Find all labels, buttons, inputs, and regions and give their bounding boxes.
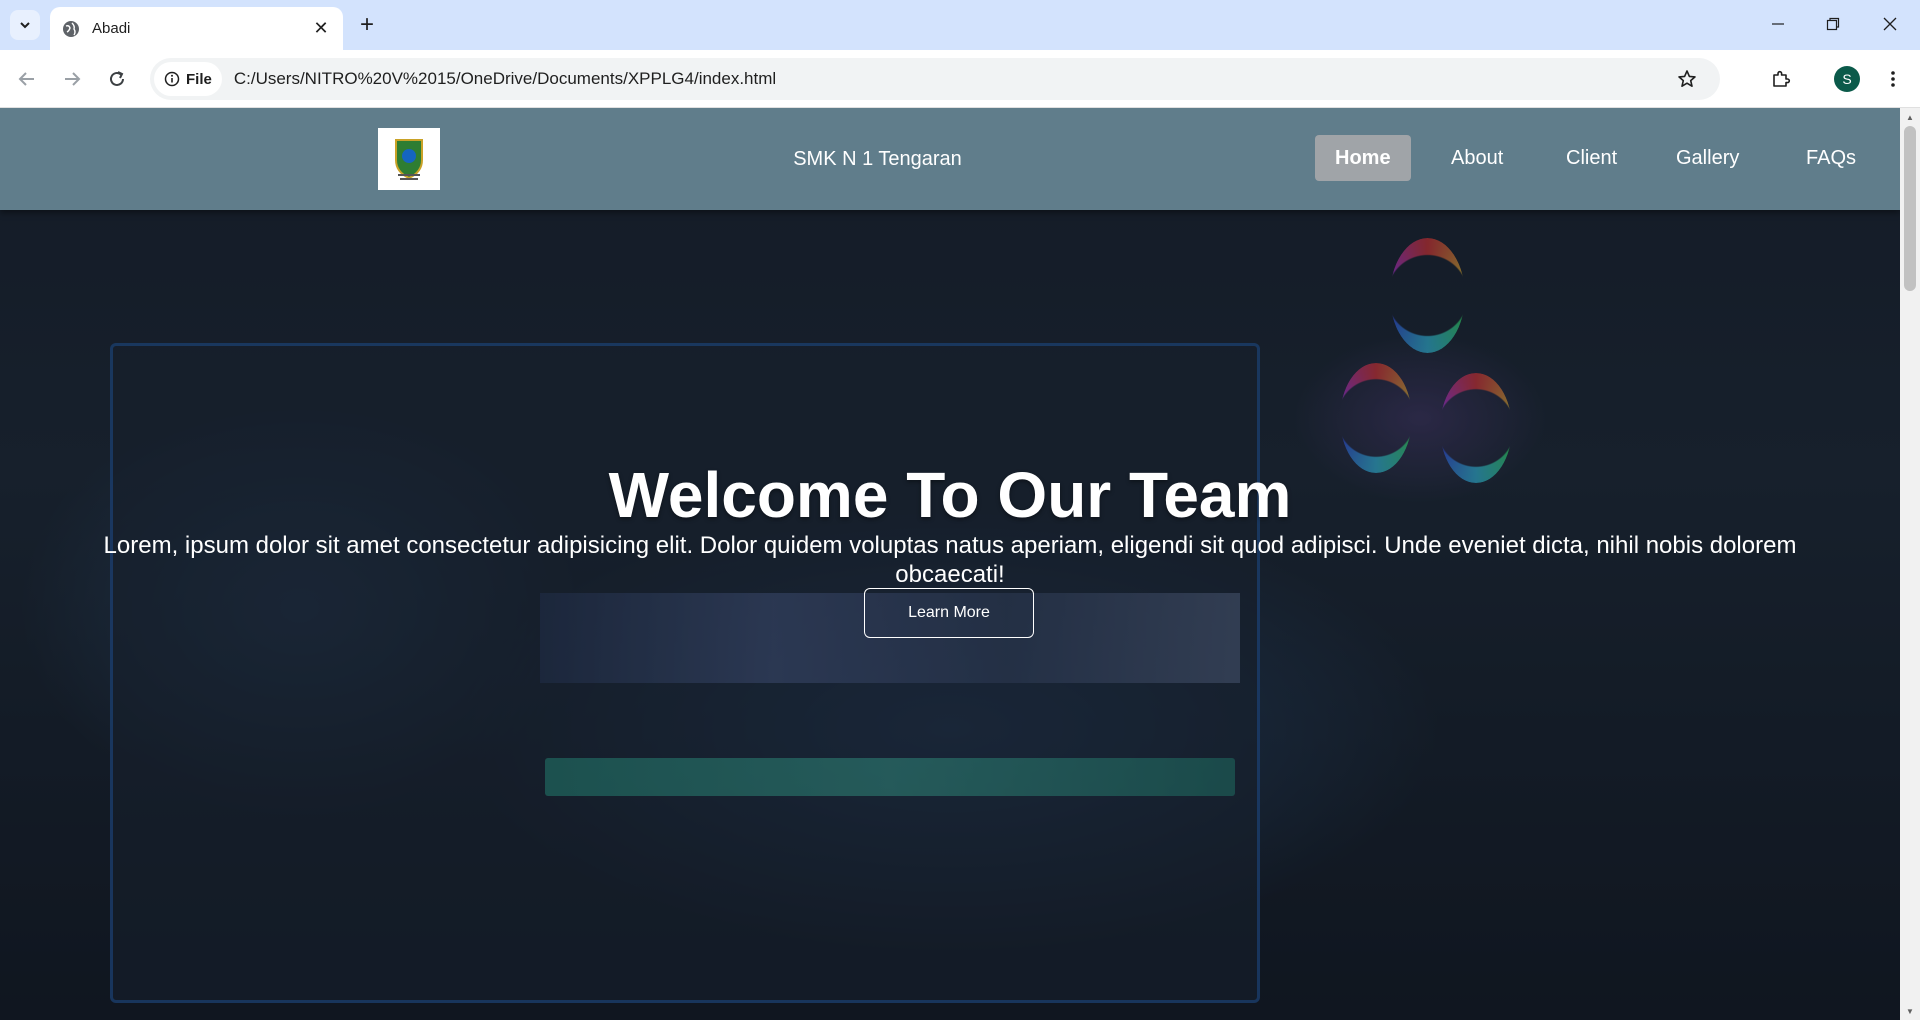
profile-button[interactable]: S [1832,64,1862,94]
globe-icon [63,20,79,37]
address-bar[interactable]: File C:/Users/NITRO%20V%2015/OneDrive/Do… [150,58,1720,100]
nav-link-gallery[interactable]: Gallery [1656,135,1759,181]
site-info-chip[interactable]: File [154,62,222,96]
info-icon [164,71,180,87]
scroll-down-icon[interactable]: ▼ [1905,1006,1915,1016]
avatar: S [1834,66,1860,92]
nav-link-about[interactable]: About [1431,135,1523,181]
tab-title: Abadi [92,20,131,37]
nav-link-faqs[interactable]: FAQs [1786,135,1876,181]
reload-icon [110,71,124,86]
star-icon [1678,70,1696,87]
browser-menu-button[interactable] [1878,64,1908,94]
chevron-down-icon [20,22,30,29]
hero-description: Lorem, ipsum dolor sit amet consectetur … [103,532,1797,588]
close-window-button[interactable] [1872,10,1908,38]
close-icon [1883,17,1897,31]
browser-toolbar: File C:/Users/NITRO%20V%2015/OneDrive/Do… [0,50,1920,108]
page-viewport: SMK N 1 Tengaran Home About Client Galle… [0,108,1900,1020]
learn-more-button[interactable]: Learn More [864,588,1034,638]
site-navbar: SMK N 1 Tengaran Home About Client Galle… [0,108,1900,210]
arrow-left-icon [18,72,34,86]
school-emblem-icon [395,139,423,180]
browser-tabstrip: Abadi ✕ + [0,0,1920,50]
extensions-button[interactable] [1766,64,1796,94]
browser-tab[interactable]: Abadi ✕ [50,7,343,50]
kebab-menu-icon [1891,71,1895,87]
tab-search-button[interactable] [10,10,40,40]
new-tab-button[interactable]: + [352,10,382,40]
puzzle-icon [1773,70,1791,87]
scroll-up-icon[interactable]: ▲ [1905,112,1915,122]
url-text[interactable]: C:/Users/NITRO%20V%2015/OneDrive/Documen… [234,69,776,89]
arrow-right-icon [65,72,81,86]
site-name: SMK N 1 Tengaran [793,148,962,170]
nav-link-home[interactable]: Home [1315,135,1411,181]
minimize-button[interactable] [1760,10,1796,38]
nav-link-client[interactable]: Client [1546,135,1637,181]
back-button[interactable] [12,64,42,94]
minimize-icon [1772,23,1784,25]
restore-icon [1826,17,1840,31]
hero-title: Welcome To Our Team [608,459,1292,531]
page-scrollbar[interactable]: ▲ ▼ [1900,108,1920,1020]
bookmark-star-button[interactable] [1674,66,1700,92]
school-logo[interactable] [378,128,440,190]
reload-button[interactable] [102,64,132,94]
restore-button[interactable] [1815,10,1851,38]
close-tab-icon[interactable]: ✕ [311,18,331,39]
forward-button[interactable] [57,64,87,94]
url-scheme-label: File [186,70,212,88]
scrollbar-thumb[interactable] [1904,126,1916,291]
